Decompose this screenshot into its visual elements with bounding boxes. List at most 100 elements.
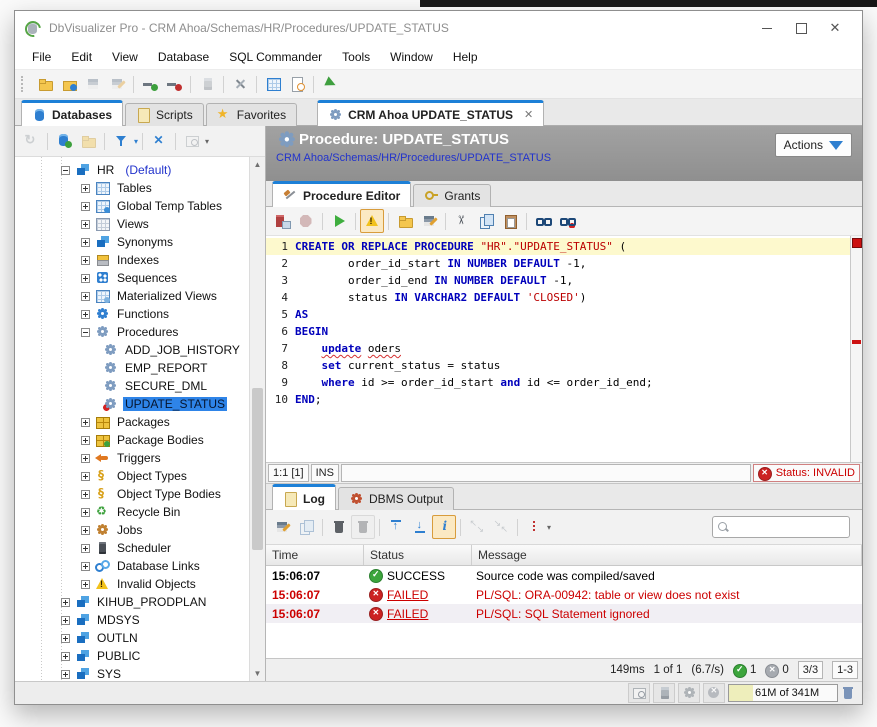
- cancel-status-button[interactable]: [703, 683, 725, 703]
- column-header-time[interactable]: Time: [266, 545, 364, 565]
- expand-icon[interactable]: [81, 202, 90, 211]
- menu-edit[interactable]: Edit: [62, 47, 101, 67]
- tree-scrollbar[interactable]: ▲ ▼: [249, 157, 265, 681]
- expand-icon[interactable]: [61, 616, 70, 625]
- stop-button[interactable]: [294, 209, 318, 233]
- expand-icon[interactable]: [81, 472, 90, 481]
- paste-button[interactable]: [498, 209, 522, 233]
- copy-button[interactable]: [294, 515, 318, 539]
- server-status-button[interactable]: [653, 683, 675, 703]
- chevron-down-icon[interactable]: ▾: [134, 137, 138, 146]
- trash-icon[interactable]: [841, 686, 856, 700]
- tab-favorites[interactable]: Favorites: [206, 103, 297, 126]
- tab-grants[interactable]: Grants: [413, 184, 491, 207]
- expand-icon[interactable]: [81, 508, 90, 517]
- save-procedure-button[interactable]: [270, 209, 294, 233]
- log-row[interactable]: 15:06:07FAILEDPL/SQL: SQL Statement igno…: [266, 604, 862, 623]
- add-folder-button[interactable]: [76, 129, 100, 153]
- connection-tree[interactable]: HR(Default)TablesGlobal Temp TablesViews…: [15, 157, 265, 681]
- doc-tab-crm-ahoa-update-status[interactable]: CRM Ahoa UPDATE_STATUS✕: [317, 100, 544, 126]
- tree-item-database-links[interactable]: Database Links: [15, 557, 265, 575]
- range-indicator[interactable]: 1-3: [832, 661, 858, 679]
- tab-log[interactable]: Log: [272, 484, 336, 510]
- tree-item-synonyms[interactable]: Synonyms: [15, 233, 265, 251]
- warning-button[interactable]: [360, 209, 384, 233]
- save-as-button[interactable]: [105, 72, 129, 96]
- tab-scripts[interactable]: Scripts: [125, 103, 204, 126]
- expand-icon[interactable]: [61, 598, 70, 607]
- maximize-icon[interactable]: [784, 15, 818, 41]
- tree-item-triggers[interactable]: Triggers: [15, 449, 265, 467]
- minimize-icon[interactable]: [750, 15, 784, 41]
- menu-view[interactable]: View: [103, 47, 147, 67]
- gear-status-button[interactable]: [678, 683, 700, 703]
- sql-editor[interactable]: 1CREATE OR REPLACE PROCEDURE "HR"."UPDAT…: [266, 236, 862, 463]
- menu-database[interactable]: Database: [149, 47, 218, 67]
- error-marker-top[interactable]: [852, 238, 862, 248]
- save-as-button[interactable]: [417, 209, 441, 233]
- tree-item-scheduler[interactable]: Scheduler: [15, 539, 265, 557]
- code-line-8[interactable]: 8 set current_status = status: [266, 357, 862, 374]
- tree-item-object-types[interactable]: Object Types: [15, 467, 265, 485]
- find-replace-button[interactable]: [555, 209, 579, 233]
- scroll-bottom-button[interactable]: [408, 515, 432, 539]
- tree-item-secure-dml[interactable]: SECURE_DML: [15, 377, 265, 395]
- clock-history-button[interactable]: [285, 72, 309, 96]
- tools-button[interactable]: [228, 72, 252, 96]
- folder-bookmark-button[interactable]: [57, 72, 81, 96]
- column-header-message[interactable]: Message: [472, 545, 862, 565]
- column-filter-button[interactable]: [522, 515, 546, 539]
- tree-item-kihub-prodplan[interactable]: KIHUB_PRODPLAN: [15, 593, 265, 611]
- tree-item-jobs[interactable]: Jobs: [15, 521, 265, 539]
- add-connection-button[interactable]: [52, 129, 76, 153]
- collapse-icon[interactable]: [61, 166, 70, 175]
- cut-button[interactable]: [450, 209, 474, 233]
- expand-icon[interactable]: [81, 544, 90, 553]
- folder-open-button[interactable]: [33, 72, 57, 96]
- export-button[interactable]: [270, 515, 294, 539]
- code-line-4[interactable]: 4 status IN VARCHAR2 DEFAULT 'CLOSED'): [266, 289, 862, 306]
- expand-icon[interactable]: [81, 580, 90, 589]
- tab-procedure-editor[interactable]: Procedure Editor: [272, 181, 411, 207]
- menu-help[interactable]: Help: [444, 47, 487, 67]
- expand-icon[interactable]: [61, 670, 70, 679]
- expand-icon[interactable]: [81, 274, 90, 283]
- scrollbar-thumb[interactable]: [252, 388, 263, 550]
- page-indicator[interactable]: 3/3: [798, 661, 823, 679]
- tree-item-invalid-objects[interactable]: Invalid Objects: [15, 575, 265, 593]
- execute-button[interactable]: [327, 209, 351, 233]
- expand-icon[interactable]: [81, 184, 90, 193]
- chevron-down-icon[interactable]: ▾: [205, 137, 209, 146]
- expand-icon[interactable]: [81, 454, 90, 463]
- tree-item-update-status[interactable]: UPDATE_STATUS: [15, 395, 265, 413]
- menu-tools[interactable]: Tools: [333, 47, 379, 67]
- actions-button[interactable]: Actions: [775, 133, 852, 157]
- code-line-2[interactable]: 2 order_id_start IN NUMBER DEFAULT -1,: [266, 255, 862, 272]
- expand-icon[interactable]: [81, 490, 90, 499]
- tree-item-mdsys[interactable]: MDSYS: [15, 611, 265, 629]
- tree-item-object-type-bodies[interactable]: Object Type Bodies: [15, 485, 265, 503]
- tree-item-tables[interactable]: Tables: [15, 179, 265, 197]
- chevron-down-icon[interactable]: ▾: [547, 523, 551, 532]
- tab-dbms-output[interactable]: DBMS Output: [338, 487, 454, 510]
- log-row[interactable]: 15:06:07SUCCESSSource code was compiled/…: [266, 566, 862, 585]
- filter-button[interactable]: [109, 129, 133, 153]
- tab-databases[interactable]: Databases: [21, 100, 123, 126]
- folder-open-button[interactable]: [393, 209, 417, 233]
- copy-button[interactable]: [474, 209, 498, 233]
- tree-item-add-job-history[interactable]: ADD_JOB_HISTORY: [15, 341, 265, 359]
- tree-item-indexes[interactable]: Indexes: [15, 251, 265, 269]
- log-search-input[interactable]: [712, 516, 850, 538]
- save-button[interactable]: [81, 72, 105, 96]
- tree-item-sequences[interactable]: Sequences: [15, 269, 265, 287]
- code-line-3[interactable]: 3 order_id_end IN NUMBER DEFAULT -1,: [266, 272, 862, 289]
- menu-file[interactable]: File: [23, 47, 60, 67]
- code-line-7[interactable]: 7 update oders: [266, 340, 862, 357]
- expand-icon[interactable]: [61, 652, 70, 661]
- tree-item-materialized-views[interactable]: Materialized Views: [15, 287, 265, 305]
- log-row[interactable]: 15:06:07FAILEDPL/SQL: ORA-00942: table o…: [266, 585, 862, 604]
- expand-icon[interactable]: [81, 256, 90, 265]
- menu-sql-commander[interactable]: SQL Commander: [220, 47, 331, 67]
- error-marker-line7[interactable]: [852, 340, 861, 344]
- grid-status-button[interactable]: [628, 683, 650, 703]
